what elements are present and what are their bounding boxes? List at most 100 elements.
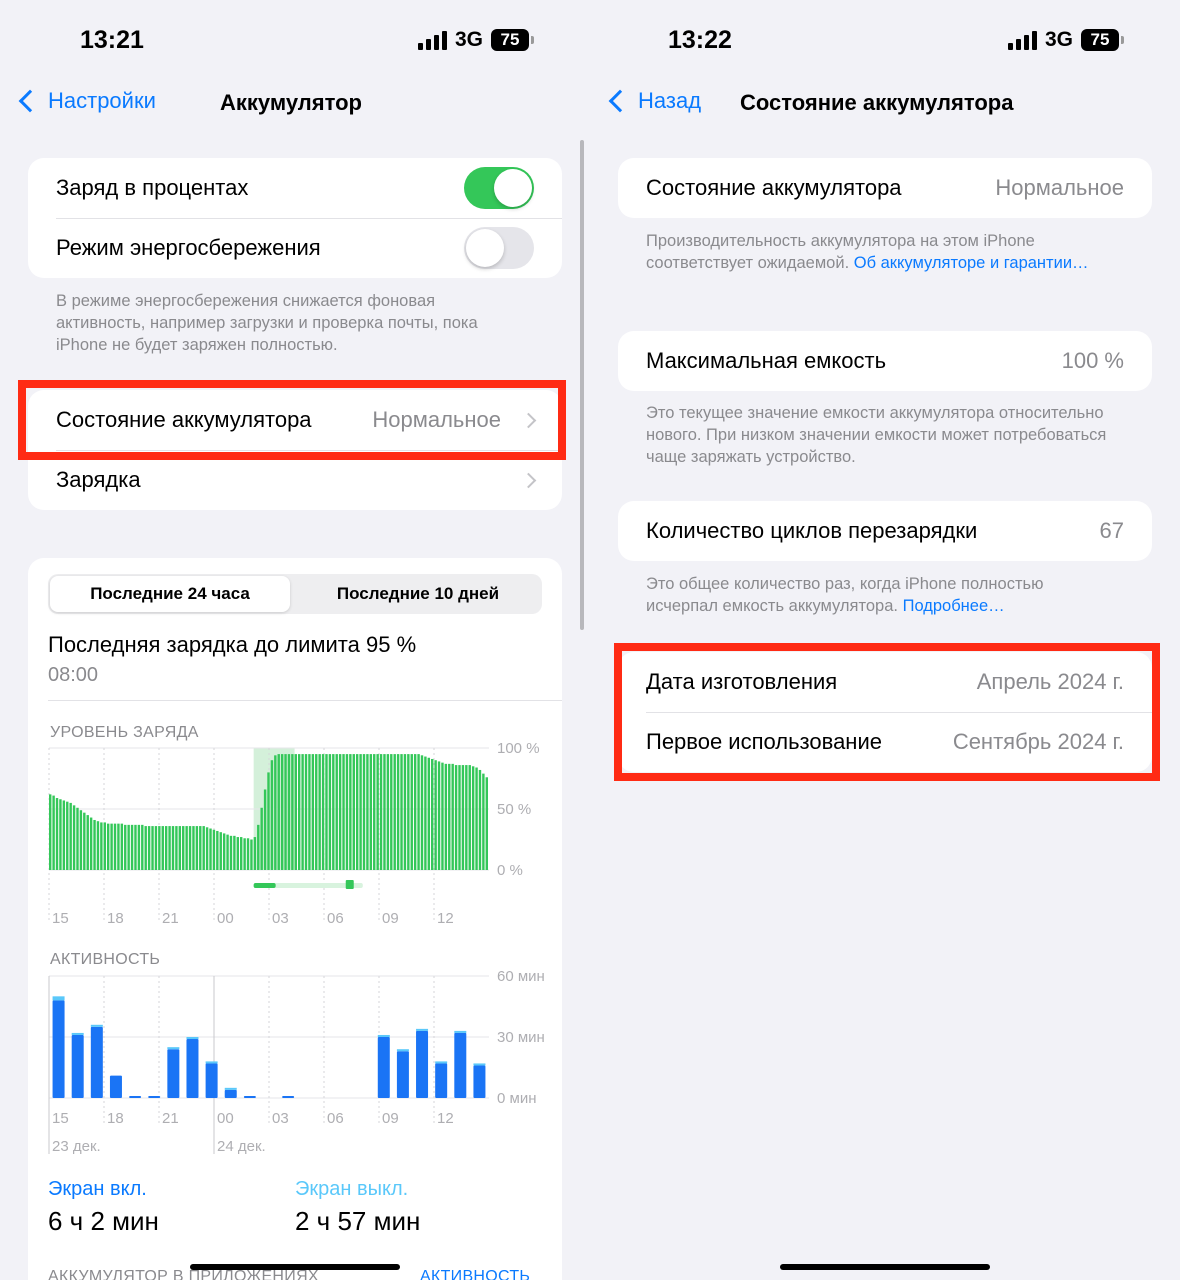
battery-bar: [390, 754, 393, 870]
low-power-row: Режим энергосбережения: [28, 218, 562, 278]
segment-24h[interactable]: Последние 24 часа: [50, 576, 290, 612]
battery-bar: [79, 810, 83, 870]
y-tick-label: 0 %: [497, 862, 523, 879]
battery-bar: [103, 822, 106, 870]
battery-bar: [413, 754, 417, 870]
battery-bar: [263, 789, 267, 870]
home-indicator[interactable]: [780, 1264, 990, 1270]
screen-on-bar: [396, 1051, 409, 1098]
battery-bar: [366, 754, 369, 870]
capacity-note: Это текущее значение емкости аккумулятор…: [646, 404, 1107, 466]
screen-on-bar: [416, 1030, 429, 1098]
battery-bar: [294, 754, 297, 870]
battery-bar: [434, 760, 437, 870]
screen-off-bar: [473, 1063, 486, 1066]
signal-icon: [1008, 30, 1037, 50]
battery-bar: [461, 765, 465, 870]
screen-off-bar: [205, 1061, 218, 1064]
date-label: 24 дек.: [217, 1138, 266, 1155]
back-label: Назад: [638, 88, 702, 113]
screen-on-bar: [205, 1063, 218, 1098]
charging-indicator: [253, 883, 276, 888]
screen-off-bar: [71, 1032, 84, 1035]
screen-off-bar: [377, 1034, 390, 1037]
battery-bar: [222, 833, 226, 870]
segment-10d[interactable]: Последние 10 дней: [298, 576, 538, 612]
status-icons: 3G 75: [1008, 28, 1125, 52]
x-tick-label: 12: [437, 910, 454, 927]
battery-bar: [465, 765, 468, 870]
page-title: Аккумулятор: [220, 90, 362, 115]
battery-bar: [267, 772, 270, 870]
battery-bar: [373, 754, 376, 870]
highlight-box: [614, 643, 1160, 781]
battery-bar: [209, 828, 212, 870]
battery-bar: [76, 807, 79, 870]
battery-bar: [130, 824, 134, 870]
battery-bar: [83, 812, 86, 870]
battery-bar: [257, 824, 260, 870]
more-link[interactable]: Подробнее…: [903, 597, 1005, 615]
scrollbar[interactable]: [580, 140, 584, 630]
battery-bar: [86, 815, 89, 870]
battery-bar: [195, 826, 199, 870]
screen-off-bar: [52, 996, 65, 1001]
y-tick-label: 60 мин: [497, 968, 545, 985]
battery-bar: [226, 834, 229, 870]
back-button[interactable]: Назад: [608, 88, 701, 114]
battery-icon: 75: [491, 29, 535, 51]
cycles-row: Количество циклов перезарядки 67: [618, 501, 1152, 561]
screen-on-bar: [454, 1032, 467, 1098]
battery-bar: [233, 835, 236, 870]
battery-bar: [236, 837, 240, 870]
battery-bar: [342, 754, 345, 870]
battery-bar: [458, 765, 461, 870]
battery-bar: [349, 754, 352, 870]
x-tick-label: 15: [52, 1110, 69, 1127]
activity-chart: 60 мин 30 мин 0 мин 15 18 21 00 03 06 09 12 23 дек.…: [48, 968, 545, 1155]
x-tick-label: 09: [382, 910, 399, 927]
activity-toggle-link[interactable]: АКТИВНОСТЬ: [420, 1268, 530, 1280]
x-tick-label: 18: [107, 1110, 124, 1127]
battery-bar: [437, 761, 441, 870]
battery-bar: [243, 838, 246, 870]
warranty-link[interactable]: Об аккумуляторе и гарантии…: [854, 254, 1089, 272]
battery-bar: [355, 754, 359, 870]
battery-bar: [321, 754, 325, 870]
battery-bar: [124, 824, 127, 870]
page-title: Состояние аккумулятора: [740, 90, 1014, 115]
x-tick-label: 03: [272, 910, 289, 927]
battery-bar: [147, 826, 151, 870]
battery-bar: [417, 754, 420, 870]
battery-bar: [475, 767, 478, 870]
chevron-left-icon: [608, 89, 632, 113]
battery-bar: [386, 754, 390, 870]
date-label: 23 дек.: [52, 1138, 101, 1155]
battery-bar: [246, 838, 250, 870]
battery-bar: [345, 754, 349, 870]
battery-bar: [229, 835, 233, 870]
screen-on-bar: [109, 1075, 122, 1098]
battery-bar: [69, 802, 72, 870]
back-button[interactable]: Настройки: [18, 88, 156, 114]
battery-bar: [403, 754, 407, 870]
status-time: 13:22: [668, 26, 732, 54]
battery-bar: [482, 773, 485, 870]
screen-off-bar: [416, 1028, 429, 1031]
x-tick-label: 21: [162, 910, 179, 927]
screen-on-bar: [148, 1095, 161, 1098]
battery-bar: [127, 824, 130, 870]
battery-bar: [427, 757, 431, 870]
y-tick-label: 0 мин: [497, 1090, 537, 1107]
home-indicator[interactable]: [190, 1264, 400, 1270]
battery-bar: [441, 762, 444, 870]
battery-bar: [89, 817, 93, 870]
charging-label: Зарядка: [56, 467, 141, 492]
low-power-toggle[interactable]: [464, 227, 534, 269]
screen-on-bar: [71, 1034, 84, 1098]
last-charge-title: Последняя зарядка до лимита 95 %: [48, 632, 417, 657]
battery-bar: [308, 754, 311, 870]
battery-bar: [59, 799, 62, 870]
last-charge-time: 08:00: [48, 664, 99, 686]
percentage-toggle[interactable]: [464, 167, 534, 209]
